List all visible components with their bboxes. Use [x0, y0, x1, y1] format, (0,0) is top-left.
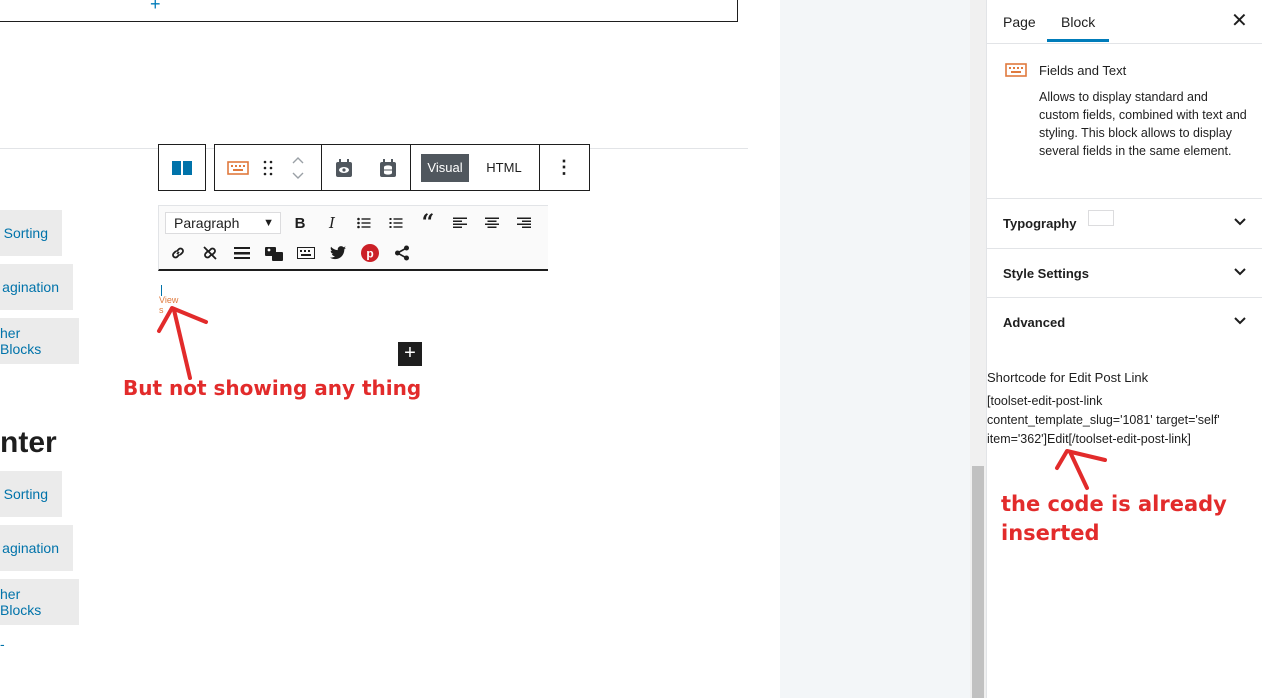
- blockquote-icon[interactable]: “: [417, 210, 439, 236]
- italic-icon[interactable]: I: [321, 212, 343, 234]
- share-icon[interactable]: [391, 242, 413, 264]
- keyboard-shortcuts-icon[interactable]: [295, 242, 317, 264]
- block-title: Fields and Text: [1039, 63, 1127, 78]
- block-appender-icon[interactable]: +: [150, 0, 161, 15]
- block-switcher[interactable]: [158, 144, 206, 191]
- database-icon[interactable]: [366, 145, 410, 190]
- link-fragment: -: [0, 636, 5, 652]
- align-left-icon[interactable]: [449, 212, 471, 234]
- move-up-down-icon[interactable]: [291, 155, 305, 181]
- panel-advanced[interactable]: Advanced: [987, 297, 1262, 346]
- heading-fragment: nter: [0, 426, 57, 459]
- drag-handle-icon[interactable]: [261, 145, 275, 190]
- html-mode-button[interactable]: HTML: [469, 160, 539, 175]
- chevron-down-icon: [1234, 268, 1246, 276]
- bold-icon[interactable]: B: [289, 212, 311, 234]
- preview-icon[interactable]: [322, 145, 366, 190]
- color-swatch: [1088, 210, 1115, 226]
- columns-icon[interactable]: [159, 145, 205, 190]
- chevron-down-icon: ▼: [263, 217, 274, 229]
- read-more-icon[interactable]: [231, 242, 253, 264]
- tab-page[interactable]: Page: [1003, 0, 1036, 43]
- bullet-list-icon[interactable]: [353, 212, 375, 234]
- twitter-icon[interactable]: [327, 242, 349, 264]
- link-icon[interactable]: [167, 242, 189, 264]
- pinterest-icon[interactable]: p: [359, 242, 381, 264]
- pill-button-pagination-2[interactable]: agination: [0, 525, 73, 571]
- add-media-icon[interactable]: [263, 242, 285, 264]
- keyboard-icon[interactable]: [215, 145, 261, 190]
- unlink-icon[interactable]: [199, 242, 221, 264]
- shortcode-text[interactable]: [toolset-edit-post-link content_template…: [987, 392, 1247, 449]
- visual-mode-button[interactable]: Visual: [421, 153, 469, 182]
- annotation-text-left: But not showing any thing: [123, 376, 422, 400]
- align-right-icon[interactable]: [513, 212, 535, 234]
- more-options-icon[interactable]: ⋮: [540, 145, 588, 190]
- chevron-down-icon: [1234, 218, 1246, 226]
- classic-editor-toolbar: Paragraph ▼ B I “ p: [158, 205, 548, 271]
- panel-label: Typography: [1003, 215, 1077, 231]
- panel-typography[interactable]: Typography: [987, 198, 1262, 247]
- annotation-arrow-right: [1055, 449, 1107, 490]
- close-icon[interactable]: ✕: [1231, 8, 1248, 33]
- pill-button-other-blocks-2[interactable]: her Blocks: [0, 579, 79, 625]
- block-description: Allows to display standard and custom fi…: [1039, 90, 1247, 158]
- panel-label: Style Settings: [1003, 265, 1089, 281]
- block-toolbar: Visual HTML ⋮: [214, 144, 590, 191]
- active-tab-indicator: [1047, 39, 1109, 42]
- pill-button-pagination[interactable]: agination: [0, 264, 73, 310]
- pill-button-other-blocks[interactable]: her Blocks: [0, 318, 79, 364]
- panel-label: Advanced: [1003, 314, 1066, 330]
- previous-block[interactable]: [0, 0, 738, 22]
- chevron-down-icon: [1234, 317, 1246, 325]
- editor-canvas: + Sorting agination her Blocks nter Sort…: [0, 0, 780, 698]
- pill-button-sorting[interactable]: Sorting: [0, 210, 62, 256]
- numbered-list-icon[interactable]: [385, 212, 407, 234]
- scrollbar-thumb[interactable]: [972, 466, 984, 698]
- annotation-text-right: the code is already inserted: [1001, 492, 1227, 545]
- keyboard-icon: [1005, 63, 1027, 82]
- editor-gutter: [780, 0, 970, 698]
- tab-block[interactable]: Block: [1061, 0, 1095, 43]
- move-arrows: [275, 145, 321, 190]
- shortcode-title: Shortcode for Edit Post Link: [987, 370, 1149, 385]
- add-block-button[interactable]: +: [398, 342, 422, 366]
- toolbar-separator: [410, 145, 411, 190]
- panel-style-settings[interactable]: Style Settings: [987, 248, 1262, 297]
- settings-sidebar: Page Block ✕ Fields and Text Allows to d…: [986, 0, 1262, 698]
- pill-button-sorting-2[interactable]: Sorting: [0, 471, 62, 517]
- svg-text:p: p: [366, 247, 373, 261]
- align-center-icon[interactable]: [481, 212, 503, 234]
- sidebar-tabs: Page Block ✕: [987, 0, 1262, 44]
- format-select[interactable]: Paragraph ▼: [165, 212, 281, 234]
